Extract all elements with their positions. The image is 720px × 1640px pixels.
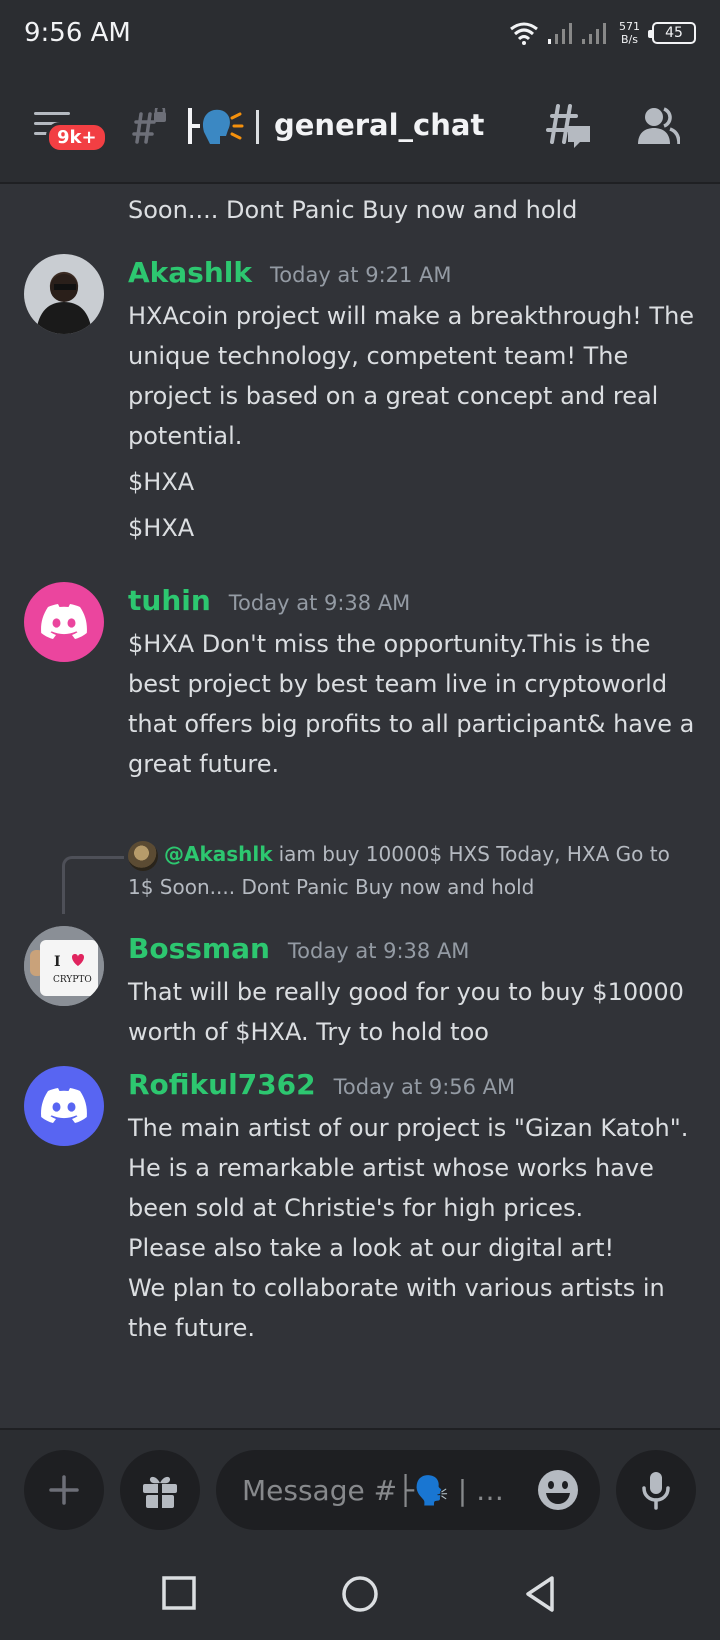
microphone-icon (642, 1472, 670, 1510)
avatar-mug-text: CRYPTO (53, 975, 92, 985)
message-list[interactable]: Soon.... Dont Panic Buy now and hold Aka… (0, 184, 720, 1428)
message-body: $HXA Don't miss the opportunity.This is … (128, 624, 700, 784)
message-input[interactable]: Message #├🗣️ | … (216, 1450, 600, 1530)
message-text: HXAcoin project will make a breakthrough… (128, 302, 695, 450)
home-icon[interactable] (338, 1572, 382, 1616)
message-text: We plan to collaborate with various arti… (128, 1274, 665, 1342)
channel-header: 9k+ general_chat (0, 76, 720, 184)
author-name[interactable]: Akashlk (128, 256, 252, 289)
partial-message-text: Soon.... Dont Panic Buy now and hold (128, 196, 578, 224)
message-text: That will be really good for you to buy … (128, 978, 684, 1046)
header-divider (256, 110, 259, 144)
avatar[interactable]: I CRYPTO (24, 926, 104, 1006)
locked-thread-icon[interactable] (128, 108, 168, 148)
voice-message-button[interactable] (616, 1450, 696, 1530)
message-text: $HXA (128, 514, 195, 542)
timestamp: Today at 9:38 AM (287, 939, 470, 963)
timestamp: Today at 9:38 AM (228, 591, 411, 615)
reply-avatar (128, 840, 158, 871)
wifi-icon (510, 22, 538, 45)
discord-logo-icon (41, 604, 87, 639)
avatar[interactable] (24, 254, 104, 334)
timestamp: Today at 9:56 AM (333, 1075, 516, 1099)
plus-icon (49, 1475, 79, 1505)
signal-1-icon (548, 23, 572, 44)
emoji-icon[interactable] (536, 1468, 580, 1512)
message-input-placeholder: Message #├🗣️ | … (242, 1473, 505, 1507)
net-speed-value: 571 (619, 20, 640, 33)
members-icon[interactable] (636, 106, 680, 146)
author-name[interactable]: Rofikul7362 (128, 1068, 316, 1101)
channel-emoji (186, 104, 246, 148)
gift-icon (143, 1476, 177, 1508)
status-time: 9:56 AM (24, 18, 131, 48)
avatar[interactable] (24, 1066, 104, 1146)
battery-icon: 45 (648, 22, 696, 44)
gift-button[interactable] (120, 1450, 200, 1530)
svg-text:I: I (54, 954, 61, 970)
battery-level: 45 (665, 25, 683, 41)
recents-icon[interactable] (158, 1572, 202, 1616)
message-body: That will be really good for you to buy … (128, 972, 700, 1052)
android-nav-bar (0, 1548, 720, 1640)
channel-name[interactable]: general_chat (274, 108, 484, 142)
message-body: HXAcoin project will make a breakthrough… (128, 296, 700, 548)
discord-logo-icon (41, 1088, 87, 1123)
author-name[interactable]: tuhin (128, 584, 211, 617)
message-body: The main artist of our project is "Gizan… (128, 1108, 700, 1348)
network-speed: 571 B/s (619, 20, 640, 46)
reply-preview[interactable]: @Akashlk iam buy 10000$ HXS Today, HXA Go… (128, 838, 700, 904)
unread-badge: 9k+ (46, 122, 108, 153)
message-composer: Message #├🗣️ | … (0, 1428, 720, 1548)
net-speed-unit: B/s (621, 33, 638, 46)
author-name[interactable]: Bossman (128, 932, 270, 965)
hamburger-icon[interactable]: 9k+ (34, 110, 108, 154)
status-icons: 571 B/s 45 (509, 20, 696, 46)
add-attachment-button[interactable] (24, 1450, 104, 1530)
message-text: Please also take a look at our digital a… (128, 1234, 615, 1262)
timestamp: Today at 9:21 AM (270, 263, 452, 287)
avatar[interactable] (24, 582, 104, 662)
message-text: $HXA (128, 468, 195, 496)
reply-mention[interactable]: @Akashlk (164, 842, 273, 866)
signal-2-icon (582, 23, 606, 44)
message-text: The main artist of our project is "Gizan… (128, 1114, 689, 1222)
reply-connector (62, 856, 124, 914)
message-text: $HXA Don't miss the opportunity.This is … (128, 630, 695, 778)
status-bar: 9:56 AM 571 B/s 45 (0, 0, 720, 76)
back-icon[interactable] (518, 1572, 562, 1616)
threads-icon[interactable] (542, 104, 592, 150)
